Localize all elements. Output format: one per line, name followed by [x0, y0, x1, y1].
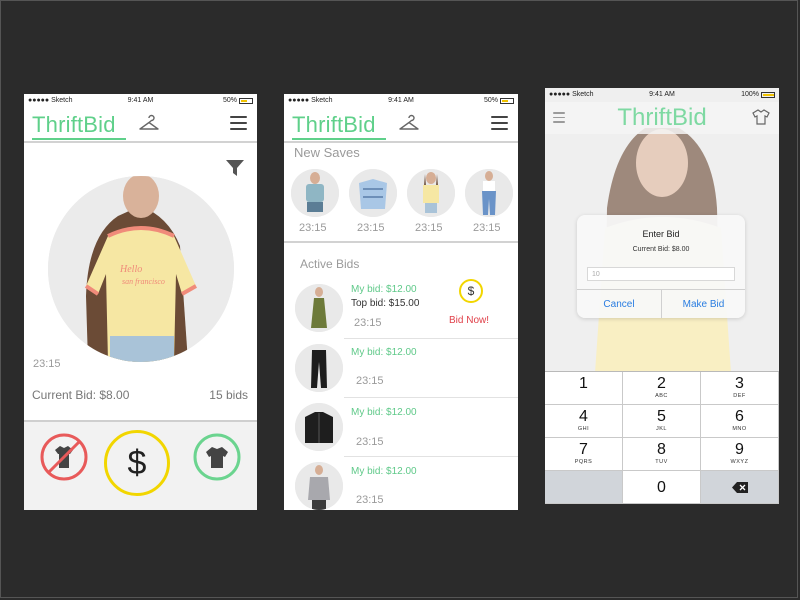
dollar-icon: $: [127, 444, 147, 482]
svg-text:san francisco: san francisco: [122, 277, 165, 286]
new-saves-title: New Saves: [294, 145, 360, 160]
bid-thumb-1[interactable]: [295, 284, 343, 332]
accept-button[interactable]: [192, 432, 242, 482]
key-3[interactable]: 3 DEF: [701, 372, 779, 405]
row-divider: [344, 456, 518, 457]
my-bid-1: My bid: $12.00: [351, 284, 417, 295]
bid-count: 15 bids: [209, 388, 248, 402]
status-bar: ●●●●● Sketch 9:41 AM 100%: [545, 88, 779, 102]
battery-icon: [500, 97, 514, 104]
clothing-image: [295, 462, 343, 510]
menu-icon[interactable]: [491, 116, 508, 134]
status-bar: ●●●●● Sketch 9:41 AM 50%: [284, 94, 518, 108]
bid-time-2: 23:15: [356, 375, 384, 387]
battery-percent: 50%: [222, 97, 237, 104]
clothing-image: [295, 403, 343, 451]
phone-enter-bid: ●●●●● Sketch 9:41 AM 100% ThriftBid Ente…: [545, 88, 779, 504]
reject-button[interactable]: [39, 432, 89, 482]
save-time-1: 23:15: [299, 222, 327, 234]
battery-icon: [761, 91, 775, 98]
cancel-button[interactable]: Cancel: [577, 299, 661, 310]
key-9[interactable]: 9 WXYZ: [701, 438, 779, 471]
bid-now-icon[interactable]: $: [459, 279, 483, 303]
key-7[interactable]: 7 PQRS: [545, 438, 623, 471]
save-thumb-3[interactable]: [407, 169, 455, 217]
filter-icon[interactable]: [225, 158, 245, 178]
bid-time-4: 23:15: [356, 494, 384, 506]
dialog-current-bid: Current Bid: $8.00: [632, 246, 690, 253]
status-bar: ●●●●● Sketch 9:41 AM 50%: [24, 94, 257, 108]
key-1[interactable]: 1: [545, 372, 623, 405]
key-2[interactable]: 2 ABC: [623, 372, 701, 405]
divider: [284, 241, 518, 243]
clock: 9:41 AM: [388, 97, 414, 104]
bid-amount-input[interactable]: 10: [587, 267, 735, 281]
save-time-2: 23:15: [357, 222, 385, 234]
tshirt-icon[interactable]: [751, 108, 771, 126]
clothing-image: [465, 169, 513, 217]
bid-time-3: 23:15: [356, 436, 384, 448]
backspace-icon: [731, 482, 748, 493]
clothing-image: [295, 344, 343, 392]
app-logo: ThriftBid: [32, 112, 116, 137]
key-4[interactable]: 4 GHI: [545, 405, 623, 438]
battery-icon: [239, 97, 253, 104]
bid-time-1: 23:15: [354, 317, 382, 329]
bid-thumb-4[interactable]: [295, 462, 343, 510]
app-logo: ThriftBid: [617, 104, 707, 131]
save-time-3: 23:15: [415, 222, 443, 234]
key-0[interactable]: 0: [623, 471, 701, 504]
save-thumb-4[interactable]: [465, 169, 513, 217]
bid-thumb-2[interactable]: [295, 344, 343, 392]
number-keypad: 1 2 ABC 3 DEF 4 GHI 5 JKL 6 MNO 7 PQRS 8 TUV 9W…: [545, 371, 779, 504]
app-bar: ThriftBid: [284, 108, 518, 140]
current-bid: Current Bid: $8.00: [32, 388, 130, 402]
active-bids-title: Active Bids: [300, 257, 360, 271]
phone-item-detail: ●●●●● Sketch 9:41 AM 50% ThriftBid Hello…: [24, 94, 257, 510]
top-bid-1: Top bid: $15.00: [351, 298, 420, 309]
divider: [284, 141, 518, 143]
menu-icon[interactable]: [230, 116, 247, 134]
clothing-image: [349, 169, 397, 217]
dollar-icon: $: [467, 284, 475, 298]
clothing-image: [291, 169, 339, 217]
my-bid-3: My bid: $12.00: [351, 407, 417, 418]
app-bar: ThriftBid: [24, 108, 257, 140]
save-time-4: 23:15: [473, 222, 501, 234]
product-photo[interactable]: Hello san francisco: [48, 176, 234, 362]
key-6[interactable]: 6 MNO: [701, 405, 779, 438]
row-divider: [344, 338, 518, 339]
backspace-key[interactable]: [701, 471, 779, 504]
make-bid-button[interactable]: Make Bid: [662, 299, 745, 310]
dialog-title: Enter Bid: [642, 229, 680, 239]
save-thumb-2[interactable]: [349, 169, 397, 217]
bid-thumb-3[interactable]: [295, 403, 343, 451]
row-divider: [344, 397, 518, 398]
my-bid-2: My bid: $12.00: [351, 347, 417, 358]
model-yellow-tee-image: Hello san francisco: [48, 176, 234, 362]
action-bar: $: [24, 420, 257, 510]
divider: [24, 141, 257, 143]
hanger-icon[interactable]: [398, 114, 420, 132]
timestamp: 23:15: [33, 358, 61, 370]
logo-underline: [32, 138, 126, 140]
app-logo: ThriftBid: [292, 112, 376, 137]
key-blank: [545, 471, 623, 504]
app-bar: ThriftBid: [545, 102, 779, 134]
hanger-icon[interactable]: [138, 114, 160, 132]
bid-now-link[interactable]: Bid Now!: [449, 315, 489, 326]
clothing-image: [295, 284, 343, 332]
bid-button[interactable]: $: [104, 430, 170, 496]
clothing-image: [407, 169, 455, 217]
my-bid-4: My bid: $12.00: [351, 466, 417, 477]
enter-bid-dialog: Enter Bid Current Bid: $8.00 10 Cancel M…: [577, 215, 745, 318]
save-thumb-1[interactable]: [291, 169, 339, 217]
phone-saves-bids: ●●●●● Sketch 9:41 AM 50% ThriftBid New S…: [284, 94, 518, 510]
svg-text:Hello: Hello: [119, 264, 142, 275]
battery-percent: 100%: [741, 91, 759, 98]
key-5[interactable]: 5 JKL: [623, 405, 701, 438]
logo-underline: [292, 138, 386, 140]
battery-percent: 50%: [483, 97, 498, 104]
key-8[interactable]: 8 TUV: [623, 438, 701, 471]
